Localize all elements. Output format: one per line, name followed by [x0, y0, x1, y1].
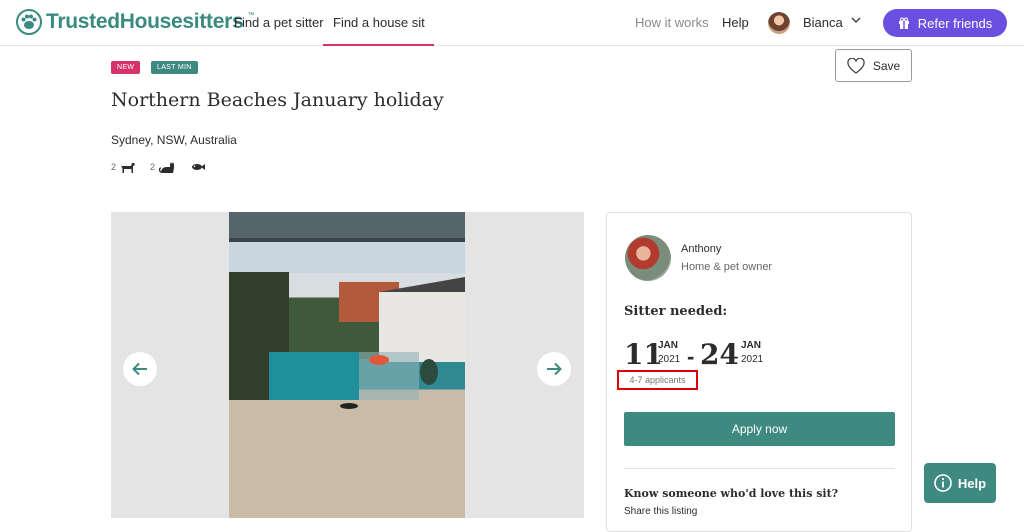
listing-title: Northern Beaches January holiday — [111, 89, 444, 111]
cat-count: 2 — [150, 162, 156, 172]
applicants-count: 4-7 applicants — [617, 370, 698, 390]
refer-friends-button[interactable]: Refer friends — [883, 9, 1007, 37]
arrow-right-icon — [547, 362, 562, 376]
help-widget-button[interactable]: Help — [924, 463, 996, 503]
nav-how-it-works[interactable]: How it works — [635, 0, 709, 45]
heart-icon — [847, 57, 865, 74]
previous-photo-button[interactable] — [123, 352, 157, 386]
fish-icon — [192, 164, 206, 170]
pet-list: 2 2 — [111, 160, 206, 174]
refer-friends-label: Refer friends — [917, 15, 993, 31]
info-icon — [934, 474, 952, 492]
help-widget-label: Help — [957, 475, 987, 491]
end-day: 24 — [700, 338, 739, 371]
end-month: JAN — [741, 340, 762, 351]
pool-photo-illustration — [229, 212, 465, 518]
owner-name: Anthony — [681, 243, 722, 255]
date-separator: - — [687, 344, 695, 369]
new-badge: NEW — [111, 61, 141, 74]
logo-text: TrustedHousesitters — [46, 10, 244, 33]
dog-icon — [121, 163, 136, 173]
arrow-left-icon — [132, 362, 147, 376]
dog-count: 2 — [111, 162, 117, 172]
divider — [624, 468, 895, 469]
listing-location: Sydney, NSW, Australia — [111, 133, 237, 147]
nav-help[interactable]: Help — [722, 0, 749, 45]
sitter-needed-heading: Sitter needed: — [624, 304, 728, 319]
top-nav: TrustedHousesitters ™ Find a pet sitter F… — [0, 0, 1024, 46]
share-heading: Know someone who'd love this sit? — [624, 487, 839, 500]
owner-role: Home & pet owner — [681, 261, 773, 273]
start-month: JAN — [658, 340, 679, 351]
next-photo-button[interactable] — [537, 352, 571, 386]
save-button[interactable]: Save — [835, 49, 912, 82]
start-year: 2021 — [658, 354, 681, 365]
listing-photo[interactable] — [229, 212, 465, 518]
sit-details-card: Anthony Home & pet owner Sitter needed: … — [606, 212, 912, 532]
nav-find-house-sit[interactable]: Find a house sit — [323, 0, 434, 46]
user-avatar[interactable] — [768, 12, 790, 34]
nav-find-pet-sitter[interactable]: Find a pet sitter — [234, 0, 324, 45]
last-min-badge: LAST MIN — [151, 61, 198, 74]
end-year: 2021 — [741, 354, 764, 365]
photo-gallery — [111, 212, 584, 518]
cat-icon — [159, 162, 175, 173]
chevron-down-icon[interactable] — [849, 13, 863, 27]
gift-icon — [898, 17, 909, 29]
apply-now-button[interactable]: Apply now — [624, 412, 895, 446]
user-name[interactable]: Bianca — [803, 0, 843, 45]
paw-icon — [16, 9, 42, 35]
save-label: Save — [872, 58, 901, 73]
share-listing-link[interactable]: Share this listing — [624, 506, 697, 517]
logo[interactable]: TrustedHousesitters ™ — [16, 9, 254, 35]
owner-avatar[interactable] — [625, 235, 671, 281]
